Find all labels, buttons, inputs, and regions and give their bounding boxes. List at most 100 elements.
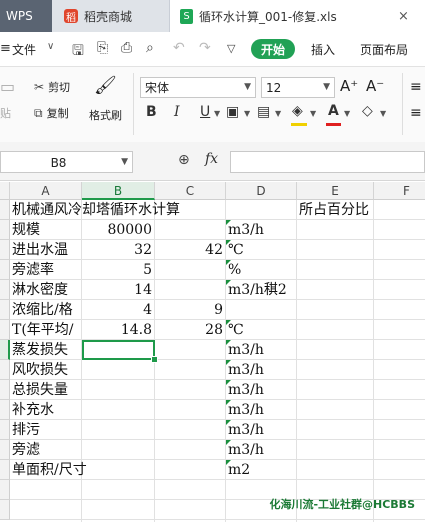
align-top-icon[interactable]: ≡ bbox=[410, 79, 422, 95]
row-header[interactable] bbox=[0, 220, 10, 240]
cell-c3[interactable]: 42 bbox=[155, 240, 223, 260]
row-header[interactable] bbox=[0, 280, 10, 300]
cell-a8[interactable]: 蒸发损失 bbox=[12, 340, 68, 360]
print-icon[interactable]: ⎙ bbox=[121, 40, 132, 56]
row-header[interactable] bbox=[0, 460, 10, 480]
tab-page-layout[interactable]: 页面布局 bbox=[360, 41, 408, 58]
cell-d11[interactable]: m3/h bbox=[228, 400, 264, 420]
cell-a4[interactable]: 旁滤率 bbox=[12, 260, 54, 280]
font-name-select[interactable]: 宋体 ▼ bbox=[140, 77, 256, 98]
underline-button[interactable]: U bbox=[200, 104, 210, 120]
chevron-down-icon[interactable]: ▼ bbox=[275, 109, 281, 118]
print-preview-icon[interactable]: ⌕ bbox=[146, 40, 154, 56]
column-header-a[interactable]: A bbox=[10, 182, 82, 200]
row-header[interactable] bbox=[0, 200, 10, 220]
column-header-d[interactable]: D bbox=[226, 182, 297, 200]
paste-icon[interactable]: ▭ bbox=[0, 77, 15, 96]
align-left-icon[interactable]: ≡ bbox=[410, 105, 422, 121]
select-all-corner[interactable] bbox=[0, 182, 10, 200]
row-header[interactable] bbox=[0, 440, 10, 460]
cell-d14[interactable]: m2 bbox=[228, 460, 250, 480]
cell-a2[interactable]: 规模 bbox=[12, 220, 40, 240]
tab-start[interactable]: 开始 bbox=[251, 39, 295, 59]
italic-button[interactable]: I bbox=[174, 104, 180, 120]
cell-a3[interactable]: 进出水温 bbox=[12, 240, 68, 260]
row-header[interactable] bbox=[0, 240, 10, 260]
cell-d9[interactable]: m3/h bbox=[228, 360, 264, 380]
cell-b4[interactable]: 5 bbox=[82, 260, 152, 280]
cell-b7[interactable]: 14.8 bbox=[82, 320, 152, 340]
paste-label[interactable]: 贴 bbox=[0, 105, 11, 121]
shrink-font-icon[interactable]: A⁻ bbox=[366, 77, 384, 95]
copy-button[interactable]: ⧉ 复制 bbox=[34, 105, 69, 121]
chevron-down-icon[interactable]: ▼ bbox=[214, 109, 220, 118]
fill-handle[interactable] bbox=[151, 356, 158, 363]
zoom-icon[interactable]: ⊕ bbox=[178, 152, 190, 168]
chevron-down-icon[interactable]: ▼ bbox=[380, 109, 386, 118]
cell-d10[interactable]: m3/h bbox=[228, 380, 264, 400]
cell-a9[interactable]: 风吹损失 bbox=[12, 360, 68, 380]
cell-style-icon[interactable]: ▤ bbox=[257, 104, 270, 120]
row-header[interactable] bbox=[0, 380, 10, 400]
column-header-c[interactable]: C bbox=[155, 182, 226, 200]
cell-a11[interactable]: 补充水 bbox=[12, 400, 54, 420]
cell-a1[interactable]: 机械通风冷却塔循环水计算 bbox=[12, 200, 180, 220]
format-painter-button[interactable]: 格式刷 bbox=[89, 107, 122, 123]
row-header[interactable] bbox=[0, 320, 10, 340]
redo-icon[interactable]: ↷ bbox=[199, 40, 211, 56]
row-header[interactable] bbox=[0, 400, 10, 420]
column-header-e[interactable]: E bbox=[297, 182, 374, 200]
cell-d2[interactable]: m3/h bbox=[228, 220, 264, 240]
cell-d13[interactable]: m3/h bbox=[228, 440, 264, 460]
chevron-down-icon[interactable]: ▼ bbox=[344, 109, 350, 118]
cell-d5[interactable]: m3/h稘2 bbox=[228, 280, 287, 300]
tab-insert[interactable]: 插入 bbox=[311, 41, 335, 58]
brush-icon[interactable]: 🖌 bbox=[94, 75, 117, 96]
row-header[interactable] bbox=[0, 360, 10, 380]
cell-a6[interactable]: 浓缩比/格 bbox=[12, 300, 73, 320]
chevron-down-icon[interactable]: ∨ bbox=[47, 41, 54, 52]
tab-wps-home[interactable]: WPS bbox=[0, 0, 52, 32]
undo-icon[interactable]: ↶ bbox=[173, 40, 185, 56]
tab-docer-store[interactable]: 稻 稻壳商城 bbox=[52, 0, 170, 32]
row-header[interactable] bbox=[0, 300, 10, 320]
cell-e1[interactable]: 所占百分比 bbox=[299, 200, 369, 220]
active-cell-selection[interactable] bbox=[82, 340, 155, 360]
cell-a10[interactable]: 总损失量 bbox=[12, 380, 68, 400]
cell-a13[interactable]: 旁滤 bbox=[12, 440, 40, 460]
cell-c6[interactable]: 9 bbox=[155, 300, 223, 320]
grow-font-icon[interactable]: A⁺ bbox=[340, 77, 358, 95]
cell-b2[interactable]: 80000 bbox=[82, 220, 152, 240]
file-menu[interactable]: 文件 bbox=[12, 41, 36, 58]
cell-a14[interactable]: 单面积/尺寸 bbox=[12, 460, 87, 480]
cell-b6[interactable]: 4 bbox=[82, 300, 152, 320]
name-box[interactable]: B8 ▼ bbox=[0, 151, 133, 173]
row-header[interactable] bbox=[0, 420, 10, 440]
column-header-b[interactable]: B bbox=[82, 182, 155, 200]
cell-b5[interactable]: 14 bbox=[82, 280, 152, 300]
export-pdf-icon[interactable]: ⎘ bbox=[97, 40, 108, 56]
column-header-f[interactable]: F bbox=[374, 182, 425, 200]
row-header[interactable] bbox=[0, 260, 10, 280]
cell-c7[interactable]: 28 bbox=[155, 320, 223, 340]
cell-a7[interactable]: T(年平均/ bbox=[12, 320, 74, 340]
close-tab-icon[interactable]: × bbox=[398, 9, 409, 24]
borders-icon[interactable]: ▣ bbox=[226, 104, 239, 120]
save-icon[interactable]: 🖫 bbox=[72, 40, 84, 64]
formula-input[interactable] bbox=[230, 151, 425, 173]
hamburger-icon[interactable]: ≡ bbox=[0, 41, 11, 56]
tab-spreadsheet-file[interactable]: S 循环水计算_001-修复.xls × bbox=[170, 0, 425, 32]
spreadsheet-grid[interactable]: A B C D E F 机械通风冷却塔循环水计算 所占百分比规模 80000 m3/h 进出水温 32… bbox=[0, 182, 425, 522]
cell-d8[interactable]: m3/h bbox=[228, 340, 264, 360]
row-header[interactable] bbox=[0, 340, 10, 360]
row-header[interactable] bbox=[0, 480, 10, 500]
chevron-down-icon[interactable]: ▼ bbox=[310, 109, 316, 118]
cell-b3[interactable]: 32 bbox=[82, 240, 152, 260]
eraser-icon[interactable]: ◇ bbox=[362, 103, 373, 119]
row-header[interactable] bbox=[0, 500, 10, 520]
cell-d12[interactable]: m3/h bbox=[228, 420, 264, 440]
chevron-down-icon[interactable]: ▼ bbox=[244, 109, 250, 118]
bold-button[interactable]: B bbox=[146, 104, 157, 120]
cell-a5[interactable]: 淋水密度 bbox=[12, 280, 68, 300]
cut-button[interactable]: ✂ 剪切 bbox=[34, 79, 70, 95]
